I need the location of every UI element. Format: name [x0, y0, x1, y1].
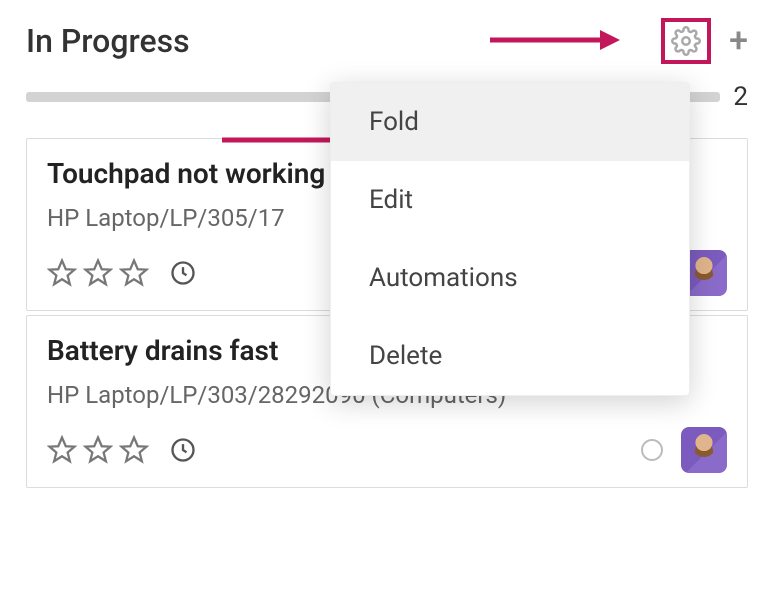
card-count: 2 — [730, 82, 748, 112]
radio-indicator[interactable] — [641, 439, 663, 461]
settings-button[interactable] — [661, 18, 711, 64]
card-footer-right — [641, 427, 727, 473]
header-actions: + — [661, 18, 748, 64]
dropdown-item-fold[interactable]: Fold — [331, 83, 689, 161]
clock-icon[interactable] — [169, 259, 197, 287]
plus-icon: + — [729, 21, 748, 61]
avatar[interactable] — [681, 427, 727, 473]
star-icon[interactable] — [83, 258, 113, 288]
column-title: In Progress — [26, 22, 190, 60]
star-icon[interactable] — [83, 435, 113, 465]
column-header: In Progress + — [26, 10, 748, 82]
dropdown-item-edit[interactable]: Edit — [331, 161, 689, 239]
star-icon[interactable] — [47, 258, 77, 288]
settings-dropdown: FoldEditAutomationsDelete — [330, 82, 690, 396]
star-icon[interactable] — [47, 435, 77, 465]
add-button[interactable]: + — [729, 24, 748, 58]
card-footer-left — [47, 258, 197, 288]
card-footer-left — [47, 435, 197, 465]
dropdown-item-delete[interactable]: Delete — [331, 317, 689, 395]
dropdown-item-automations[interactable]: Automations — [331, 239, 689, 317]
star-icon[interactable] — [119, 435, 149, 465]
clock-icon[interactable] — [169, 436, 197, 464]
card-footer — [47, 427, 727, 473]
gear-icon — [671, 26, 701, 56]
star-icon[interactable] — [119, 258, 149, 288]
